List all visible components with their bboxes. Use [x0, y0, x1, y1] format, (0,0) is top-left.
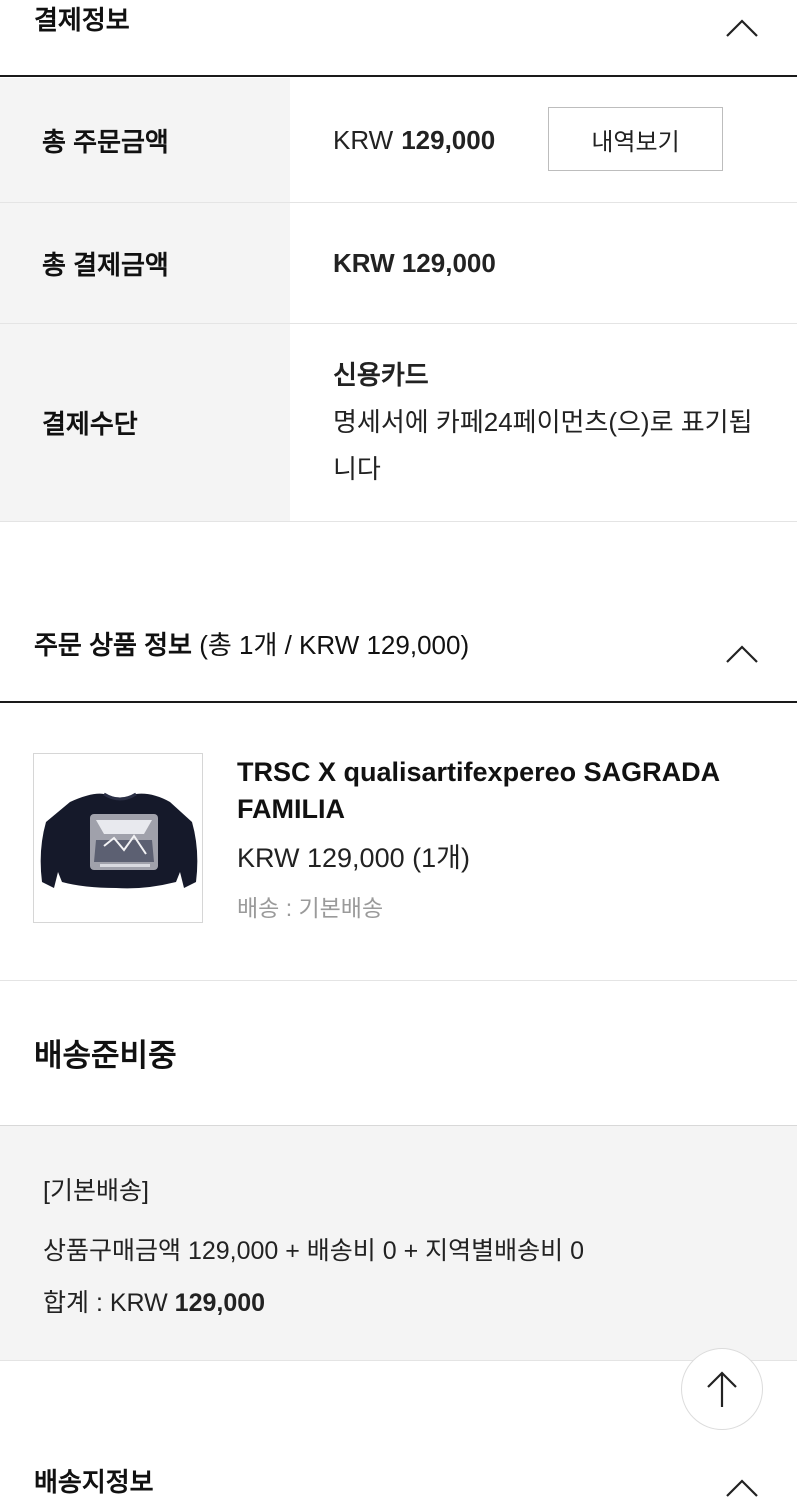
- total-payment-amount-label: 총 결제금액: [0, 203, 290, 323]
- shipping-total: 합계 : KRW 129,000: [43, 1283, 265, 1319]
- payment-method-row: 결제수단 신용카드 명세서에 카페24페이먼츠(으)로 표기됩니다: [0, 324, 797, 522]
- payment-section-title: 결제정보: [34, 5, 130, 35]
- total-payment-amount-value: KRW 129,000: [290, 203, 797, 323]
- total-payment-amount-row: 총 결제금액 KRW 129,000: [0, 203, 797, 324]
- payment-method-name: 신용카드: [333, 360, 429, 390]
- shipping-summary-box: [기본배송] 상품구매금액 129,000 + 배송비 0 + 지역별배송비 0…: [0, 1125, 797, 1361]
- order-items-section-header[interactable]: 주문 상품 정보 (총 1개 / KRW 129,000): [0, 600, 797, 702]
- total-order-amount-row: 총 주문금액 KRW 129,000 내역보기: [0, 78, 797, 203]
- chevron-up-icon[interactable]: [725, 18, 759, 38]
- total-order-amount-label: 총 주문금액: [0, 78, 290, 202]
- scroll-to-top-button[interactable]: [681, 1348, 763, 1430]
- arrow-up-icon: [707, 1371, 737, 1407]
- shipping-fee-breakdown: 상품구매금액 129,000 + 배송비 0 + 지역별배송비 0: [43, 1237, 584, 1265]
- payment-table: 총 주문금액 KRW 129,000 내역보기 총 결제금액 KRW 129,0…: [0, 78, 797, 522]
- order-items-section-title: 주문 상품 정보 (총 1개 / KRW 129,000): [34, 625, 469, 662]
- order-items-summary: (총 1개 / KRW 129,000): [199, 630, 470, 660]
- payment-method-label: 결제수단: [0, 324, 290, 521]
- order-items-title: 주문 상품 정보: [34, 630, 192, 660]
- address-section-header[interactable]: 배송지정보: [0, 1440, 797, 1500]
- chevron-up-icon[interactable]: [725, 644, 759, 664]
- shipping-total-amount: 129,000: [174, 1289, 266, 1317]
- product-shipping-type: 배송 : 기본배송: [237, 895, 384, 921]
- product-price: KRW 129,000 (1개): [237, 843, 470, 873]
- currency-label: KRW: [333, 124, 394, 155]
- payment-method-value: 신용카드 명세서에 카페24페이먼츠(으)로 표기됩니다: [290, 324, 797, 521]
- address-section-title: 배송지정보: [34, 1467, 154, 1497]
- section-divider: [0, 980, 797, 981]
- shipping-type-label: [기본배송]: [43, 1177, 149, 1205]
- section-divider: [0, 75, 797, 77]
- shipping-total-label: 합계 : KRW: [43, 1289, 168, 1317]
- black-sweatshirt-image[interactable]: [33, 753, 203, 923]
- payment-method-note: 명세서에 카페24페이먼츠(으)로 표기됩니다: [333, 407, 753, 484]
- product-name[interactable]: TRSC X qualisartifexpereo SAGRADA FAMILI…: [237, 754, 757, 828]
- order-product-item[interactable]: TRSC X qualisartifexpereo SAGRADA FAMILI…: [0, 704, 797, 980]
- view-history-button[interactable]: 내역보기: [548, 107, 723, 171]
- delivery-status-title: 배송준비중: [34, 1038, 177, 1073]
- payment-amount: KRW 129,000: [333, 247, 496, 278]
- order-amount: 129,000: [401, 124, 496, 155]
- payment-section-header[interactable]: 결제정보: [0, 0, 797, 76]
- section-divider: [0, 701, 797, 703]
- chevron-up-icon[interactable]: [725, 1478, 759, 1498]
